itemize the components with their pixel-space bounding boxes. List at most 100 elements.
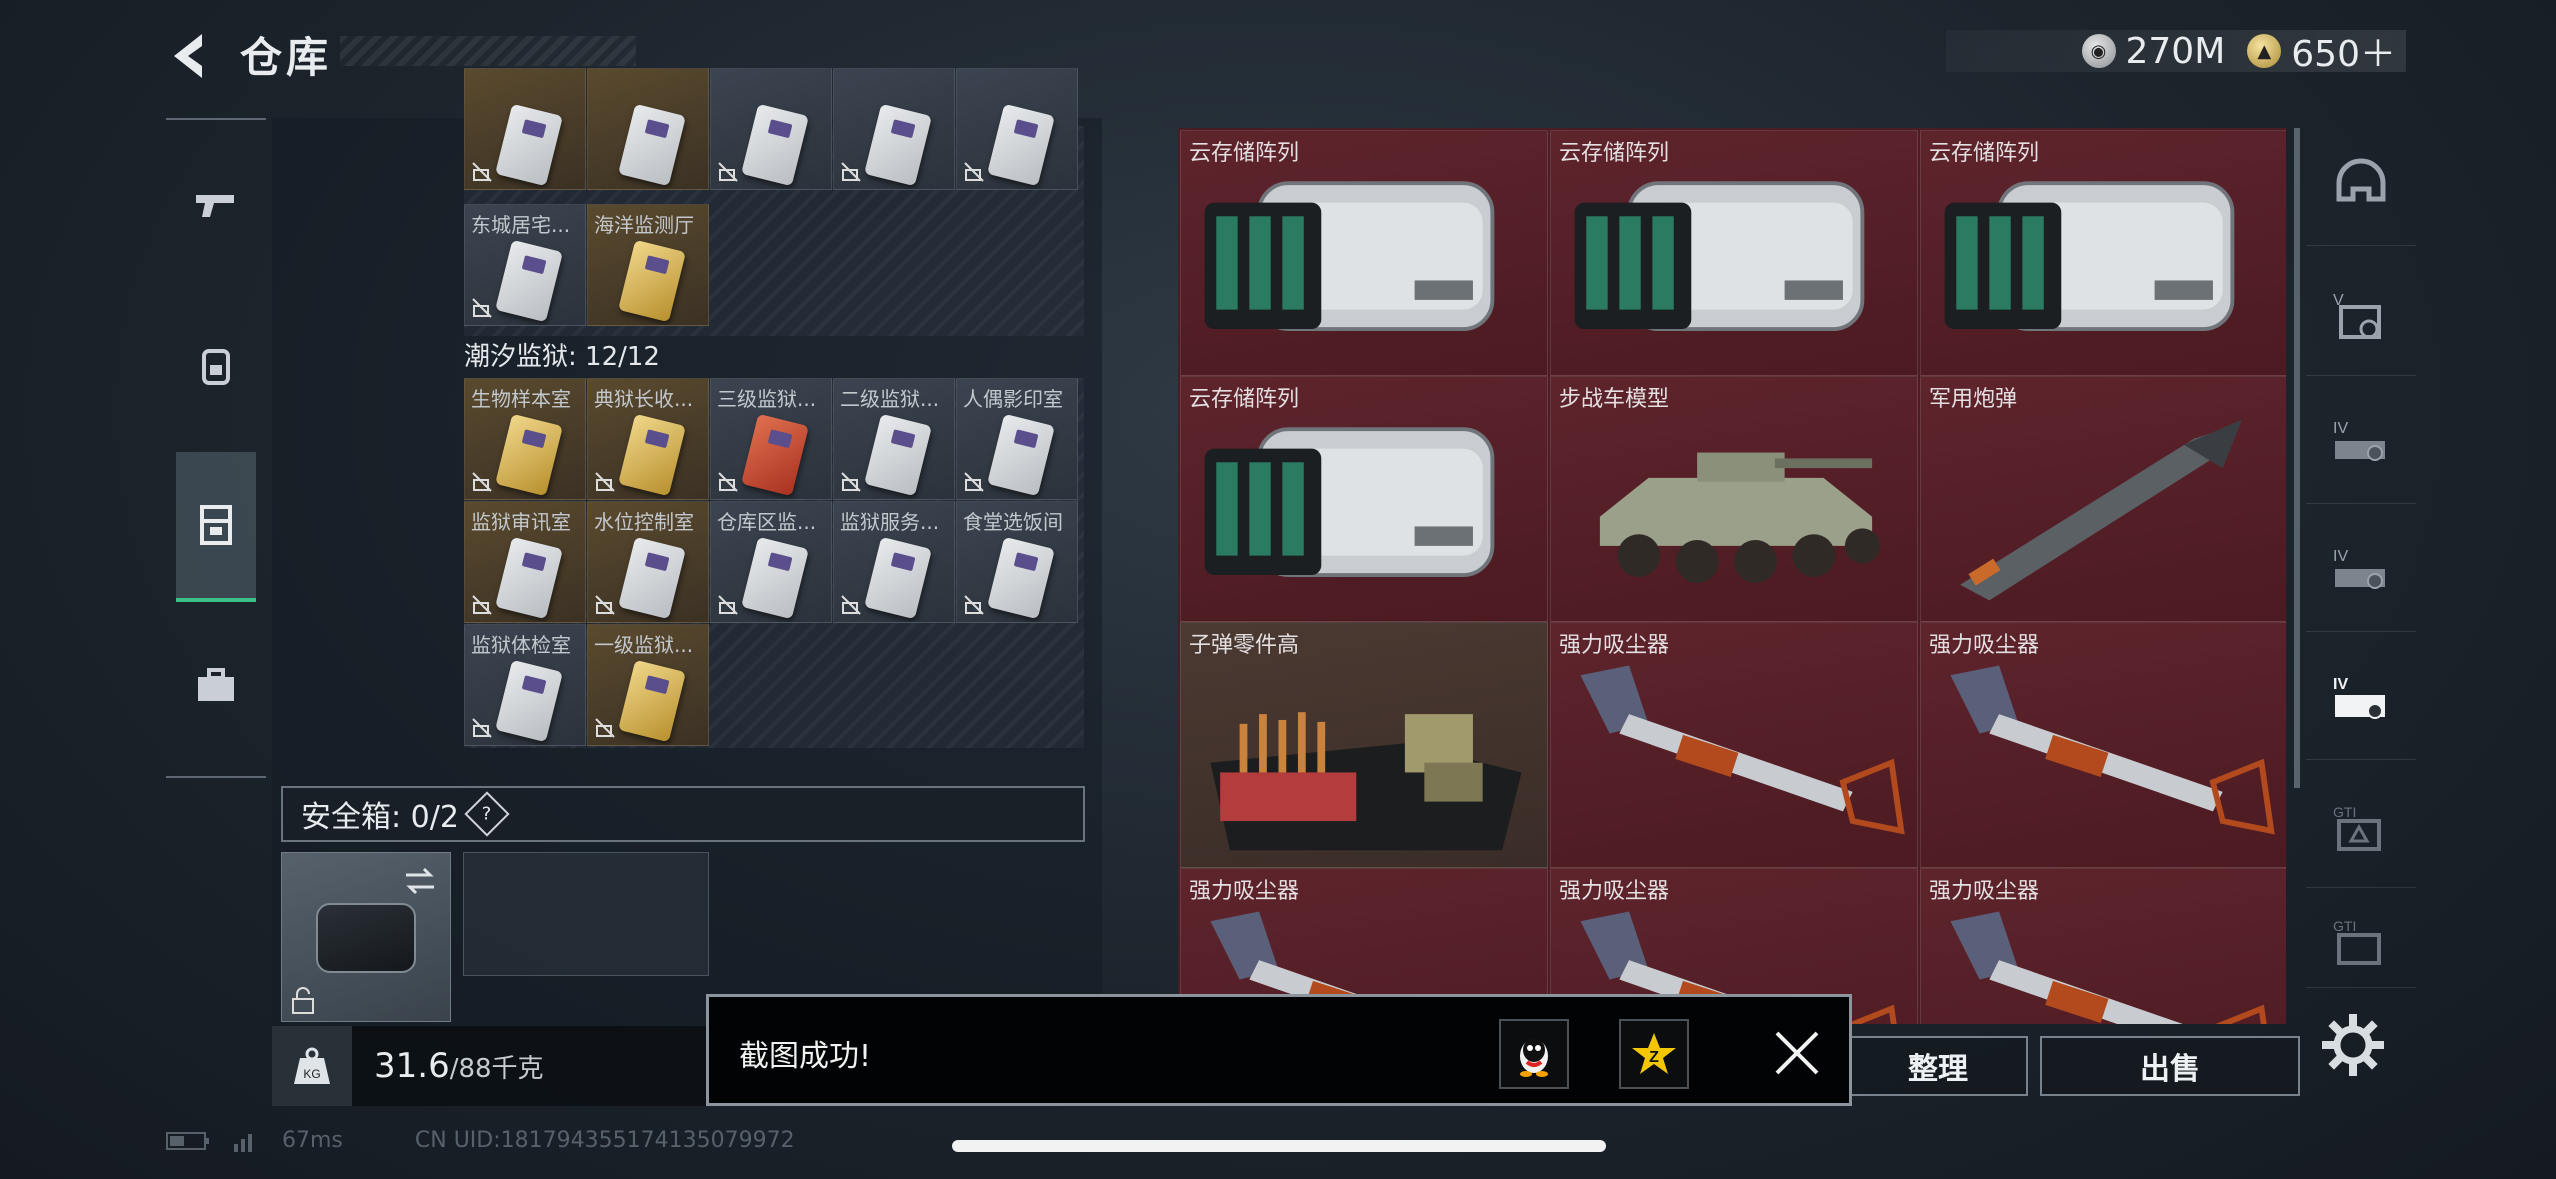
- status-bar: 67ms CN UID:1817943551741350799​72: [166, 1128, 795, 1153]
- svg-text:Z: Z: [1649, 1049, 1659, 1066]
- stash-item-label: 强力吸尘器: [1559, 879, 1670, 904]
- no-lock-icon: [841, 595, 861, 615]
- keycard-slot[interactable]: 食堂选饭间: [956, 501, 1078, 623]
- keycard-slot[interactable]: 二级监狱...: [833, 378, 955, 500]
- ping-value: 67ms: [282, 1128, 343, 1153]
- safebox-empty-slot[interactable]: [463, 852, 709, 976]
- keycard-slot[interactable]: 监狱体检室: [464, 624, 586, 746]
- keycard-slot[interactable]: [710, 68, 832, 190]
- keycard-label: 监狱体检室: [471, 633, 571, 657]
- stash-scrollbar[interactable]: [2294, 128, 2300, 788]
- keycard-slot[interactable]: 水位控制室: [587, 501, 709, 623]
- equip-gti-2[interactable]: GTI: [2306, 898, 2416, 988]
- currency-silver[interactable]: ◉ 270M: [2081, 30, 2226, 72]
- keycard-slot[interactable]: 人偶影印室: [956, 378, 1078, 500]
- equip-helmet[interactable]: [2306, 128, 2416, 246]
- equip-gti-1[interactable]: GTI: [2306, 770, 2416, 888]
- no-lock-icon: [595, 595, 615, 615]
- keycard-slot[interactable]: 生物样本室: [464, 378, 586, 500]
- stash-grid: 云存储阵列 云存储阵列 云存储阵列 云存储阵列 步战车模型 军用炮弹 子弹零件高 强力吸尘器强…: [1178, 128, 2286, 1024]
- keycard-label: 监狱审讯室: [471, 510, 571, 534]
- sell-button[interactable]: 出售: [2040, 1036, 2300, 1096]
- keycard-image: [495, 536, 563, 620]
- equip-vest[interactable]: V: [2306, 258, 2416, 376]
- stash-item[interactable]: 云存储阵列: [1180, 130, 1548, 376]
- equip-backpack[interactable]: IV: [2306, 642, 2416, 760]
- gti-icon: GTI: [2333, 804, 2381, 851]
- nav-gear[interactable]: [176, 290, 256, 440]
- keycard-image: [618, 413, 686, 497]
- stash-item[interactable]: 步战车模型: [1550, 376, 1918, 622]
- stash-item-label: 子弹零件高: [1189, 633, 1300, 658]
- gear-icon[interactable]: [2318, 1010, 2388, 1080]
- nav-storage[interactable]: [176, 452, 256, 602]
- keycard-image: [987, 413, 1055, 497]
- keycard-label: 水位控制室: [594, 510, 694, 534]
- unlock-icon: [292, 987, 314, 1014]
- stash-item-label: 云存储阵列: [1189, 141, 1300, 166]
- sort-button[interactable]: 整理: [1848, 1036, 2028, 1096]
- stash-item[interactable]: 军用炮弹: [1920, 376, 2286, 622]
- keycard-image: [864, 413, 932, 497]
- stash-item[interactable]: 云存储阵列: [1180, 376, 1548, 622]
- keycard-slot[interactable]: [956, 68, 1078, 190]
- svg-text:IV: IV: [2333, 676, 2348, 693]
- svg-text:IV: IV: [2333, 548, 2348, 565]
- svg-text:GTI: GTI: [2333, 804, 2356, 820]
- keycard-slot[interactable]: [464, 68, 586, 190]
- keycard-slot[interactable]: 仓库区监...: [710, 501, 832, 623]
- keycard-image: [618, 536, 686, 620]
- help-button[interactable]: ?: [464, 791, 510, 837]
- back-arrow-icon[interactable]: [162, 28, 218, 84]
- equip-rig-2[interactable]: IV: [2306, 514, 2416, 632]
- keycard-label: 人偶影印室: [963, 387, 1063, 411]
- share-qq-button[interactable]: [1499, 1019, 1569, 1089]
- close-icon[interactable]: [1769, 1025, 1825, 1081]
- no-lock-icon: [472, 718, 492, 738]
- keycard-slot[interactable]: 监狱服务...: [833, 501, 955, 623]
- safebox-image: [316, 903, 416, 973]
- stash-item[interactable]: 强力吸尘器: [1550, 622, 1918, 868]
- keycard-slot[interactable]: 一级监狱...: [587, 624, 709, 746]
- page-title: 仓库: [240, 33, 333, 82]
- svg-text:IV: IV: [2333, 420, 2348, 437]
- currency-gold-value: 650＋: [2291, 34, 2396, 75]
- equipment-nav: V IV IV IV GTI GTI: [2306, 128, 2416, 1028]
- keycard-image: [495, 413, 563, 497]
- stash-item[interactable]: 强力吸尘器: [1920, 622, 2286, 868]
- no-lock-icon: [841, 162, 861, 182]
- share-qzone-button[interactable]: Z: [1619, 1019, 1689, 1089]
- keycard-slot[interactable]: 监狱审讯室: [464, 501, 586, 623]
- uid-text: CN UID:1817943551741350799​72: [414, 1128, 795, 1153]
- currency-gold[interactable]: ▲ 650＋: [2247, 25, 2396, 77]
- no-lock-icon: [595, 472, 615, 492]
- home-indicator[interactable]: [952, 1140, 1606, 1152]
- nav-weapons[interactable]: [176, 130, 256, 280]
- svg-text:KG: KG: [303, 1067, 320, 1081]
- equip-rig-1[interactable]: IV: [2306, 386, 2416, 504]
- stash-item[interactable]: 强力吸尘器: [1920, 868, 2286, 1024]
- stash-item[interactable]: 云存储阵列: [1550, 130, 1918, 376]
- safebox-slot[interactable]: [281, 852, 451, 1022]
- weight-max: /88千克: [449, 1054, 544, 1084]
- keycard-label: 东城居宅...: [471, 213, 571, 237]
- keycard-slot[interactable]: 海洋监测厅: [587, 204, 709, 326]
- gold-coin-icon: ▲: [2247, 34, 2282, 68]
- stash-item[interactable]: 子弹零件高: [1180, 622, 1548, 868]
- star-icon: Z: [1632, 1033, 1676, 1074]
- keycard-slot[interactable]: 典狱长收...: [587, 378, 709, 500]
- keycard-label: 二级监狱...: [840, 387, 940, 411]
- stash-item-label: 云存储阵列: [1189, 387, 1300, 412]
- swap-icon[interactable]: [402, 863, 438, 899]
- nav-briefcase[interactable]: [176, 610, 256, 760]
- no-lock-icon: [472, 162, 492, 182]
- stash-item[interactable]: 云存储阵列: [1920, 130, 2286, 376]
- keycard-slot[interactable]: [833, 68, 955, 190]
- currency-silver-value: 270M: [2125, 30, 2226, 72]
- title-stripe: [340, 36, 636, 66]
- keycard-slot[interactable]: 东城居宅...: [464, 204, 586, 326]
- currency-bar: ◉ 270M ▲ 650＋: [1946, 30, 2406, 75]
- keycard-slot[interactable]: [587, 68, 709, 190]
- signal-icon: [234, 1133, 252, 1152]
- keycard-slot[interactable]: 三级监狱...: [710, 378, 832, 500]
